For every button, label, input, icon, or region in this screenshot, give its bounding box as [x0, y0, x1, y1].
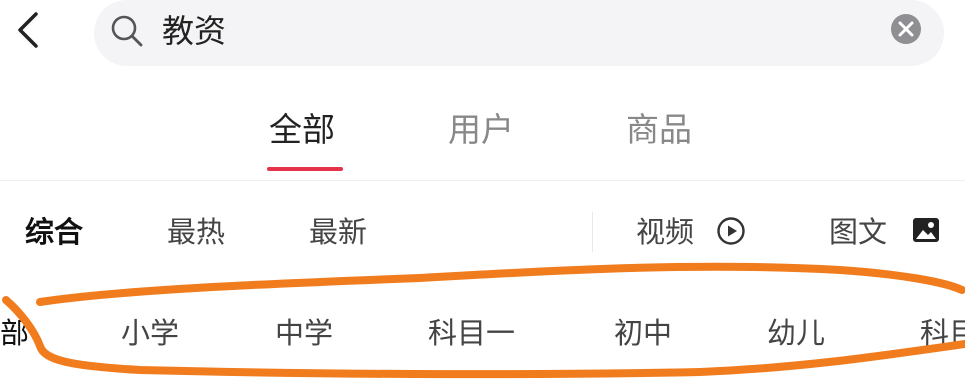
chip-item[interactable]: 中学 — [275, 313, 333, 353]
chip-item[interactable]: 初中 — [614, 313, 672, 353]
active-tab-indicator — [267, 167, 343, 171]
search-input[interactable]: 教资 — [162, 8, 226, 54]
tab-users[interactable]: 用户 — [448, 108, 514, 152]
tab-products[interactable]: 商品 — [626, 108, 692, 152]
sort-newest[interactable]: 最新 — [309, 212, 367, 252]
clear-icon — [898, 21, 914, 37]
search-icon — [110, 14, 144, 48]
filter-imgtext-label[interactable]: 图文 — [829, 212, 887, 252]
sort-comprehensive[interactable]: 综合 — [25, 212, 83, 252]
chip-item[interactable]: 部 — [0, 313, 29, 353]
sort-hottest[interactable]: 最热 — [167, 212, 225, 252]
chip-item[interactable]: 小学 — [121, 313, 179, 353]
chip-item[interactable]: 科目 — [920, 313, 965, 353]
back-button[interactable] — [14, 10, 44, 50]
filter-video-label[interactable]: 视频 — [636, 212, 694, 252]
play-circle-icon[interactable] — [716, 216, 746, 246]
chip-item[interactable]: 科目一 — [428, 313, 515, 353]
filter-divider — [592, 212, 593, 252]
clear-search-button[interactable] — [891, 14, 921, 44]
tab-all[interactable]: 全部 — [269, 108, 335, 152]
back-arrow-icon — [18, 12, 38, 48]
divider — [0, 180, 965, 181]
chip-item[interactable]: 幼儿 — [767, 313, 825, 353]
image-icon[interactable] — [911, 215, 941, 245]
